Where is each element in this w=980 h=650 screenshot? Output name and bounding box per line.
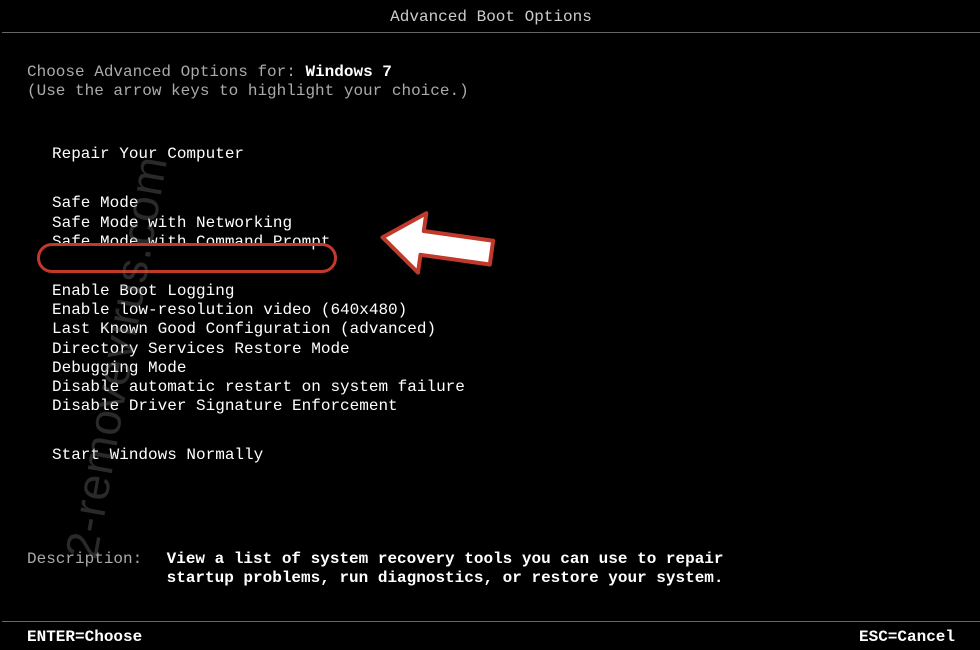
boot-menu[interactable]: Repair Your Computer Safe Mode Safe Mode…: [27, 145, 955, 465]
footer-enter: ENTER=Choose: [27, 628, 142, 646]
hint-text: (Use the arrow keys to highlight your ch…: [27, 82, 955, 100]
footer-bar: ENTER=Choose ESC=Cancel: [2, 621, 980, 646]
footer-esc: ESC=Cancel: [859, 628, 955, 646]
description-section: Description: View a list of system recov…: [27, 550, 955, 588]
description-text: View a list of system recovery tools you…: [167, 550, 727, 588]
description-label: Description:: [27, 550, 157, 568]
page-title: Advanced Boot Options: [2, 0, 980, 33]
menu-last-known-good[interactable]: Last Known Good Configuration (advanced): [52, 320, 436, 339]
menu-enable-boot-logging[interactable]: Enable Boot Logging: [52, 282, 234, 301]
menu-low-resolution[interactable]: Enable low-resolution video (640x480): [52, 301, 407, 320]
intro-text: Choose Advanced Options for: Windows 7: [27, 63, 955, 82]
os-name: Windows 7: [305, 63, 391, 81]
menu-safe-mode[interactable]: Safe Mode: [52, 194, 138, 213]
menu-debugging-mode[interactable]: Debugging Mode: [52, 359, 186, 378]
menu-disable-driver-signature[interactable]: Disable Driver Signature Enforcement: [52, 397, 398, 416]
menu-disable-auto-restart[interactable]: Disable automatic restart on system fail…: [52, 378, 465, 397]
menu-safe-mode-networking[interactable]: Safe Mode with Networking: [52, 214, 292, 233]
menu-directory-services-restore[interactable]: Directory Services Restore Mode: [52, 340, 350, 359]
menu-start-normally[interactable]: Start Windows Normally: [52, 446, 263, 465]
menu-repair-computer[interactable]: Repair Your Computer: [52, 145, 244, 164]
content-area: Choose Advanced Options for: Windows 7 (…: [2, 33, 980, 465]
menu-safe-mode-command-prompt[interactable]: Safe Mode with Command Prompt: [52, 233, 330, 252]
intro-prefix: Choose Advanced Options for:: [27, 63, 305, 81]
